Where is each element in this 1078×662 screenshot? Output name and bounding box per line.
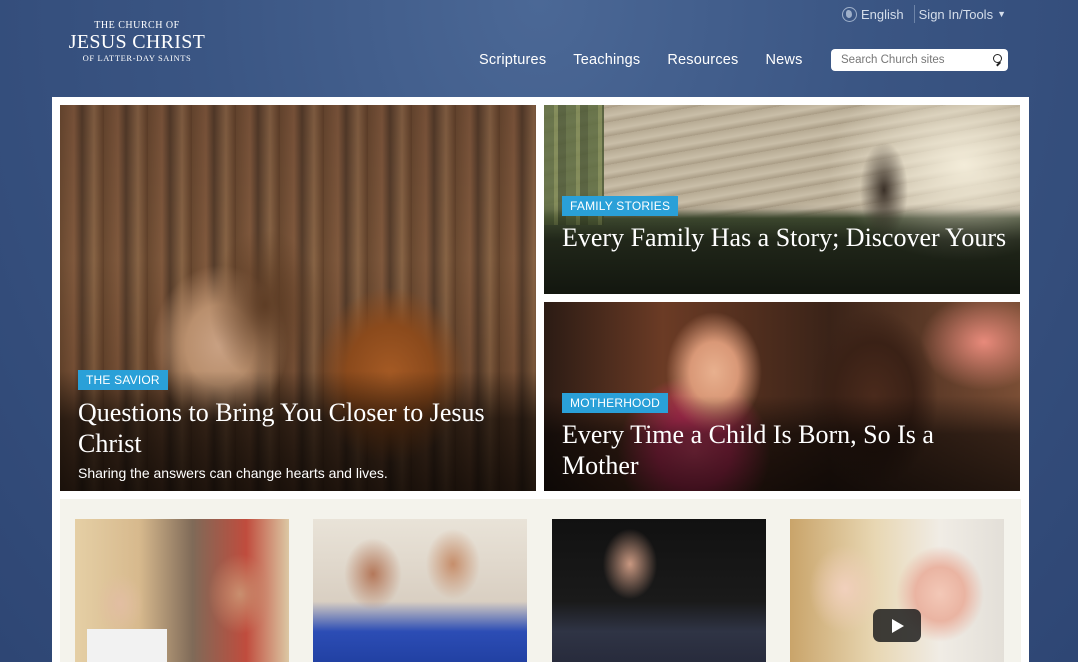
category-tag[interactable]: FAMILY STORIES (562, 196, 679, 216)
church-logo[interactable]: THE CHURCH OF JESUS CHRIST OF LATTER-DAY… (66, 20, 208, 63)
logo-line-2: JESUS CHRIST (68, 31, 206, 53)
feature-headline[interactable]: Questions to Bring You Closer to Jesus C… (78, 397, 528, 459)
nav-teachings[interactable]: Teachings (573, 52, 640, 68)
logo-line-3: OF LATTER-DAY SAINTS (82, 53, 192, 63)
logo-line-1: THE CHURCH OF (94, 20, 180, 31)
feature-card-family-stories[interactable]: FAMILY STORIES Every Family Has a Story;… (544, 105, 1020, 294)
language-label: English (861, 6, 904, 22)
thumbnail-missionaries[interactable] (75, 519, 289, 662)
globe-icon (842, 6, 857, 22)
search-input[interactable] (841, 54, 995, 66)
language-selector[interactable]: English (842, 5, 915, 23)
play-icon[interactable] (873, 609, 921, 642)
nav-news[interactable]: News (765, 52, 802, 68)
chevron-down-icon: ▼ (997, 9, 1006, 19)
thumbnail-row (60, 499, 1021, 662)
thumbnail-video-baby[interactable] (790, 519, 1004, 662)
thumbnail-mother-daughter[interactable] (313, 519, 527, 662)
utility-bar: English Sign In/Tools ▼ (842, 5, 1006, 23)
main-nav: Scriptures Teachings Resources News (479, 52, 803, 68)
nav-scriptures[interactable]: Scriptures (479, 52, 546, 68)
search-icon[interactable] (993, 54, 1002, 66)
sign-in-label: Sign In/Tools (918, 6, 994, 22)
feature-card-savior[interactable]: THE SAVIOR Questions to Bring You Closer… (60, 105, 536, 491)
feature-subtitle: Sharing the answers can change hearts an… (78, 465, 388, 481)
thumbnail-speaker[interactable] (552, 519, 766, 662)
content-panel: THE SAVIOR Questions to Bring You Closer… (52, 97, 1029, 662)
search-box (831, 49, 1008, 71)
category-tag[interactable]: MOTHERHOOD (562, 393, 668, 413)
feature-headline[interactable]: Every Time a Child Is Born, So Is a Moth… (562, 419, 1012, 481)
sign-in-tools-menu[interactable]: Sign In/Tools ▼ (915, 7, 1006, 22)
category-tag[interactable]: THE SAVIOR (78, 370, 168, 390)
nav-resources[interactable]: Resources (667, 52, 738, 68)
feature-headline[interactable]: Every Family Has a Story; Discover Yours (562, 222, 1012, 253)
feature-card-motherhood[interactable]: MOTHERHOOD Every Time a Child Is Born, S… (544, 302, 1020, 491)
